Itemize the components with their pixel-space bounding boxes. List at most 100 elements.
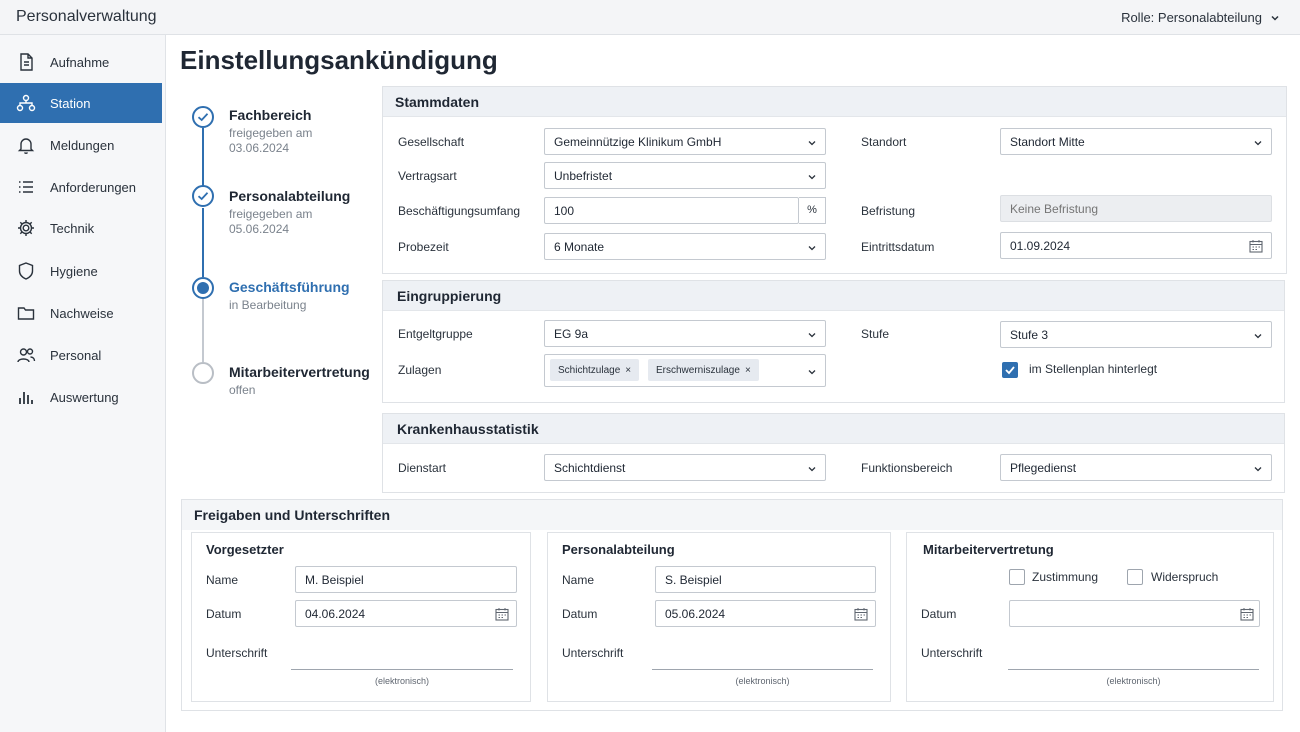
unterschrift-label: Unterschrift	[921, 646, 983, 660]
sidebar-item-label: Technik	[50, 221, 95, 236]
personal-name-input[interactable]	[655, 566, 876, 593]
bell-icon	[17, 138, 35, 154]
document-icon	[20, 53, 33, 71]
panel-title: Freigaben und Unterschriften	[194, 507, 391, 523]
select-value: 6 Monate	[554, 240, 605, 254]
sidebar-item-auswertung[interactable]: Auswertung	[0, 377, 162, 417]
vorgesetzter-datum-input[interactable]	[295, 600, 517, 627]
chevron-down-icon	[808, 467, 816, 472]
name-label: Name	[562, 573, 595, 587]
select-value: Standort Mitte	[1010, 135, 1085, 149]
select-value: Stufe 3	[1010, 328, 1049, 342]
funktion-select[interactable]: Pflegedienst	[1000, 454, 1272, 481]
unterschrift-label: Unterschrift	[562, 646, 624, 660]
card-title: Vorgesetzter	[206, 542, 284, 557]
sidebar-item-nachweise[interactable]: Nachweise	[0, 293, 162, 333]
zulage-chip: Erschwerniszulage ×	[648, 359, 759, 381]
stammdaten-panel: Stammdaten Gesellschaft Gemeinnützige Kl…	[382, 86, 1287, 274]
chevron-down-icon	[1254, 141, 1262, 146]
zulagen-multiselect[interactable]: Schichtzulage × Erschwerniszulage ×	[544, 354, 826, 387]
befristung-label: Befristung	[861, 204, 916, 218]
step-connector	[202, 208, 204, 277]
probezeit-label: Probezeit	[398, 240, 449, 254]
statistik-panel: Krankenhausstatistik Dienstart Schichtdi…	[382, 413, 1285, 493]
calendar-icon[interactable]	[495, 607, 509, 621]
step-connector	[202, 128, 204, 186]
chip-label: Erschwerniszulage	[656, 364, 740, 376]
step-status: in Bearbeitung	[229, 298, 307, 312]
sidebar-item-hygiene[interactable]: Hygiene	[0, 251, 162, 291]
step-name: Fachbereich	[229, 107, 312, 123]
bar-chart-icon	[19, 392, 33, 404]
sidebar-item-label: Auswertung	[50, 390, 119, 405]
entgelt-select[interactable]: EG 9a	[544, 320, 826, 347]
signature-note: (elektronisch)	[374, 676, 430, 686]
dienstart-select[interactable]: Schichtdienst	[544, 454, 826, 481]
stufe-select[interactable]: Stufe 3	[1000, 321, 1272, 348]
sidebar-item-technik[interactable]: Technik	[0, 208, 162, 248]
calendar-icon[interactable]	[854, 607, 868, 621]
sidebar-item-label: Personal	[50, 348, 102, 363]
eingruppierung-panel: Eingruppierung Entgeltgruppe EG 9a Stufe…	[382, 280, 1285, 403]
entgelt-label: Entgeltgruppe	[398, 327, 473, 341]
sidebar-item-personal[interactable]: Personal	[0, 335, 162, 375]
widerspruch-checkbox[interactable]	[1127, 569, 1143, 585]
select-value: Schichtdienst	[554, 461, 626, 475]
signature-line[interactable]	[1008, 669, 1259, 670]
sidebar-item-label: Station	[50, 96, 91, 111]
zulagen-label: Zulagen	[398, 363, 442, 377]
signature-line[interactable]	[652, 669, 873, 670]
vertragsart-label: Vertragsart	[398, 169, 457, 183]
vertragsart-select[interactable]: Unbefristet	[544, 162, 826, 189]
remove-chip-icon[interactable]: ×	[625, 365, 631, 376]
people-icon	[17, 348, 36, 363]
chevron-down-icon	[808, 175, 816, 180]
befristung-input	[1000, 195, 1272, 222]
check-icon	[197, 192, 209, 201]
zustimmung-label: Zustimmung	[1032, 570, 1099, 584]
umfang-input[interactable]	[544, 197, 799, 224]
step-done-indicator	[192, 106, 214, 128]
role-selector[interactable]: Rolle: Personalabteilung	[1121, 10, 1280, 25]
remove-chip-icon[interactable]: ×	[745, 365, 751, 376]
calendar-icon[interactable]	[1249, 239, 1263, 253]
chevron-down-icon	[1271, 15, 1279, 21]
chevron-down-icon	[808, 141, 816, 146]
gesellschaft-select[interactable]: Gemeinnützige Klinikum GmbH	[544, 128, 826, 155]
signature-line[interactable]	[291, 669, 513, 670]
role-label: Rolle: Personalabteilung	[1121, 10, 1262, 25]
step-status: freigegeben am 03.06.2024	[229, 126, 313, 155]
standort-select[interactable]: Standort Mitte	[1000, 128, 1272, 155]
vorgesetzter-name-input[interactable]	[295, 566, 517, 593]
widerspruch-label: Widerspruch	[1151, 570, 1219, 584]
eintritt-date-input[interactable]	[1000, 232, 1272, 259]
sidebar-item-label: Anforderungen	[50, 180, 137, 195]
signature-note: (elektronisch)	[735, 676, 790, 686]
calendar-icon[interactable]	[1240, 607, 1254, 621]
freigaben-panel: Freigaben und Unterschriften Vorgesetzte…	[181, 499, 1283, 711]
sidebar-item-label: Hygiene	[50, 264, 98, 279]
step-open-indicator	[192, 362, 214, 384]
sidebar: Aufnahme Station Meldungen Anforderungen…	[0, 35, 166, 732]
stufe-label: Stufe	[861, 327, 890, 341]
umfang-label: Beschäftigungsumfang	[398, 204, 521, 218]
probezeit-select[interactable]: 6 Monate	[544, 233, 826, 260]
personal-datum-input[interactable]	[655, 600, 876, 627]
sidebar-item-label: Nachweise	[50, 306, 114, 321]
zustimmung-checkbox[interactable]	[1009, 569, 1025, 585]
select-value: Gemeinnützige Klinikum GmbH	[554, 135, 722, 149]
sidebar-item-aufnahme[interactable]: Aufnahme	[0, 42, 162, 82]
step-name: Geschäftsführung	[229, 279, 350, 295]
sidebar-item-meldungen[interactable]: Meldungen	[0, 125, 162, 165]
unterschrift-label: Unterschrift	[206, 646, 268, 660]
sidebar-item-label: Aufnahme	[50, 55, 110, 70]
stellenplan-checkbox[interactable]	[1002, 362, 1018, 378]
signature-note: (elektronisch)	[1106, 676, 1161, 686]
stellenplan-label: im Stellenplan hinterlegt	[1029, 362, 1158, 376]
sidebar-item-station[interactable]: Station	[0, 83, 162, 123]
step-connector	[202, 299, 204, 362]
mav-datum-input[interactable]	[1009, 600, 1260, 627]
sidebar-item-anforderungen[interactable]: Anforderungen	[0, 167, 162, 207]
step-name: Mitarbeitervertretung	[229, 364, 370, 380]
panel-header: Eingruppierung	[383, 281, 1284, 311]
